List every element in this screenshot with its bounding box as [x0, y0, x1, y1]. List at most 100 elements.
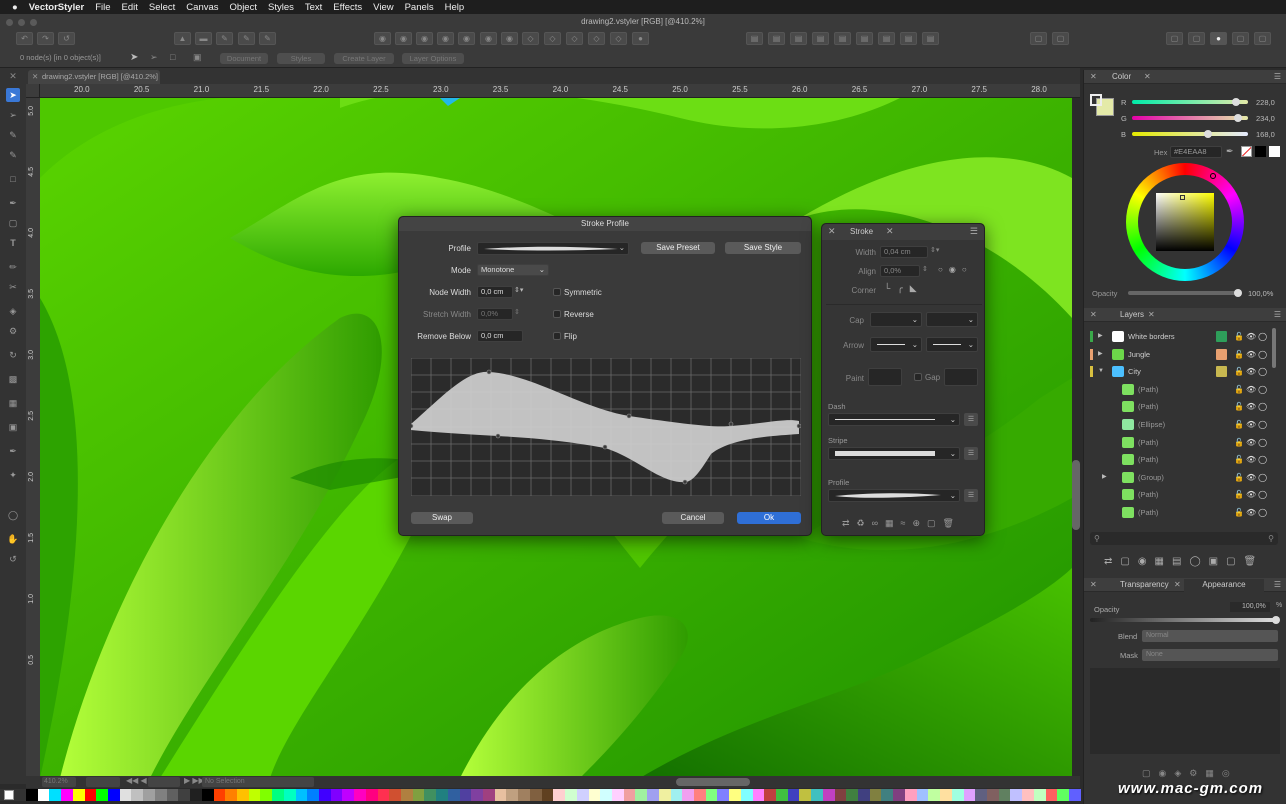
menu-edit[interactable]: Edit: [122, 2, 138, 13]
menu-help[interactable]: Help: [445, 2, 465, 13]
stripe-options-button[interactable]: ☰: [964, 447, 978, 460]
color-swatch[interactable]: [377, 789, 390, 801]
remove-below-field[interactable]: 0,0 cm: [477, 330, 523, 342]
color-swatch[interactable]: [447, 789, 460, 801]
tool-option-1-button[interactable]: ▲: [174, 32, 191, 45]
color-swatch[interactable]: [436, 789, 448, 801]
transparency-tab[interactable]: Transparency: [1120, 578, 1169, 592]
align-8-button[interactable]: ▤: [900, 32, 917, 45]
zoom-search-icon[interactable]: ⚲: [1268, 532, 1274, 545]
opacity-slider[interactable]: [1090, 616, 1280, 624]
hue-marker[interactable]: [1210, 173, 1216, 179]
color-swatch[interactable]: [225, 789, 237, 801]
align-stepper[interactable]: ⇕: [922, 265, 928, 273]
reshape-tool-icon[interactable]: ✎: [6, 128, 20, 142]
layer-row[interactable]: ▼ City 🔓👁◯: [1088, 363, 1278, 380]
color-swatch[interactable]: [904, 789, 917, 801]
paint-swatch[interactable]: [868, 368, 902, 386]
align-6-button[interactable]: ▤: [856, 32, 873, 45]
shape-builder-tool-icon[interactable]: ◈: [6, 304, 20, 318]
layers-tab[interactable]: Layers: [1120, 308, 1144, 322]
layer-controls[interactable]: 🔓👁◯: [1234, 381, 1269, 398]
transform-icon[interactable]: ▣: [193, 52, 202, 63]
align-5-button[interactable]: ▤: [834, 32, 851, 45]
panel-toggle-2-button[interactable]: ▢: [1052, 32, 1069, 45]
color-swatch[interactable]: [143, 789, 155, 801]
align-4-button[interactable]: ▤: [812, 32, 829, 45]
opacity-field[interactable]: 100,0%: [1230, 602, 1270, 612]
close-panel-icon[interactable]: ✕: [1090, 308, 1097, 322]
color-swatch[interactable]: [119, 789, 132, 801]
panel-menu-icon[interactable]: ☰: [1274, 70, 1281, 84]
color-swatch[interactable]: [213, 789, 226, 801]
document-button[interactable]: Document: [220, 53, 268, 64]
close-tab-icon[interactable]: ✕: [1174, 578, 1181, 592]
color-swatch[interactable]: [975, 789, 987, 801]
close-panel-icon[interactable]: ✕: [1090, 70, 1097, 84]
color-swatch[interactable]: [986, 789, 999, 801]
layers-search-input[interactable]: ⚲ ⚲: [1090, 532, 1278, 545]
view-5-button[interactable]: ▢: [1254, 32, 1271, 45]
close-tab-icon[interactable]: ✕: [1148, 308, 1155, 322]
color-swatch[interactable]: [1068, 789, 1081, 801]
color-swatch[interactable]: [717, 789, 730, 801]
pen-tool-icon[interactable]: ✒: [6, 196, 20, 210]
layer-row[interactable]: (Path) 🔓👁◯: [1088, 486, 1278, 503]
dash-options-button[interactable]: ☰: [964, 413, 978, 426]
color-swatch[interactable]: [354, 789, 366, 801]
cap-end-select[interactable]: ⌄: [926, 312, 978, 327]
panel-menu-icon[interactable]: ☰: [970, 226, 978, 237]
cap-start-select[interactable]: ⌄: [870, 312, 922, 327]
b-slider[interactable]: [1132, 130, 1248, 138]
layer-controls[interactable]: 🔓👁◯: [1234, 486, 1269, 503]
color-swatch[interactable]: [529, 789, 542, 801]
menu-effects[interactable]: Effects: [333, 2, 362, 13]
undo-button[interactable]: ↶: [16, 32, 33, 45]
color-swatch[interactable]: [881, 789, 894, 801]
page-number-field[interactable]: [148, 777, 180, 787]
color-swatch[interactable]: [951, 789, 964, 801]
panel-toggle-1-button[interactable]: ▢: [1030, 32, 1047, 45]
align-2-button[interactable]: ▤: [768, 32, 785, 45]
color-swatch[interactable]: [647, 789, 659, 801]
color-marker[interactable]: [1180, 195, 1185, 200]
color-swatch[interactable]: [869, 789, 882, 801]
select-tool-icon[interactable]: ➤: [6, 88, 20, 102]
width-field[interactable]: 0,04 cm: [880, 246, 928, 258]
path-op-5-button[interactable]: ◇: [610, 32, 627, 45]
color-swatch[interactable]: [260, 789, 273, 801]
color-swatch[interactable]: [342, 789, 355, 801]
color-swatch[interactable]: [471, 789, 484, 801]
color-swatch[interactable]: [1022, 789, 1034, 801]
app-menu[interactable]: VectorStyler: [29, 2, 84, 13]
color-swatch[interactable]: [940, 789, 952, 801]
gap-swatch[interactable]: [944, 368, 978, 386]
path-op-4-button[interactable]: ◇: [588, 32, 605, 45]
menu-file[interactable]: File: [95, 2, 110, 13]
color-swatch[interactable]: [295, 789, 308, 801]
color-swatch[interactable]: [1045, 789, 1058, 801]
color-swatch[interactable]: [776, 789, 788, 801]
appearance-tab[interactable]: Appearance: [1184, 579, 1264, 592]
expand-icon[interactable]: ▼: [1098, 363, 1104, 380]
apple-menu-icon[interactable]: ●: [12, 2, 18, 13]
boolean-exclude-button[interactable]: ◉: [437, 32, 454, 45]
close-panel-icon[interactable]: ✕: [828, 226, 836, 237]
ok-button[interactable]: Ok: [737, 512, 801, 524]
color-swatch[interactable]: [283, 789, 296, 801]
boolean-trim-button[interactable]: ◉: [480, 32, 497, 45]
node-width-stepper[interactable]: ⇕▾: [514, 286, 523, 294]
color-swatch[interactable]: [764, 789, 776, 801]
color-opacity-slider[interactable]: [1128, 289, 1242, 297]
color-swatch[interactable]: [154, 789, 167, 801]
color-swatch[interactable]: [190, 789, 202, 801]
r-value[interactable]: 228,0: [1256, 98, 1275, 107]
close-tab-icon[interactable]: ✕: [32, 70, 38, 84]
menu-styles[interactable]: Styles: [268, 2, 294, 13]
rotate-view-tool-icon[interactable]: ↺: [6, 552, 20, 566]
color-swatch[interactable]: [623, 789, 636, 801]
direct-select-icon[interactable]: ➢: [150, 52, 158, 63]
layer-row[interactable]: (Path) 🔓👁◯: [1088, 504, 1278, 521]
redo-button[interactable]: ↷: [37, 32, 54, 45]
color-swatch[interactable]: [318, 789, 331, 801]
